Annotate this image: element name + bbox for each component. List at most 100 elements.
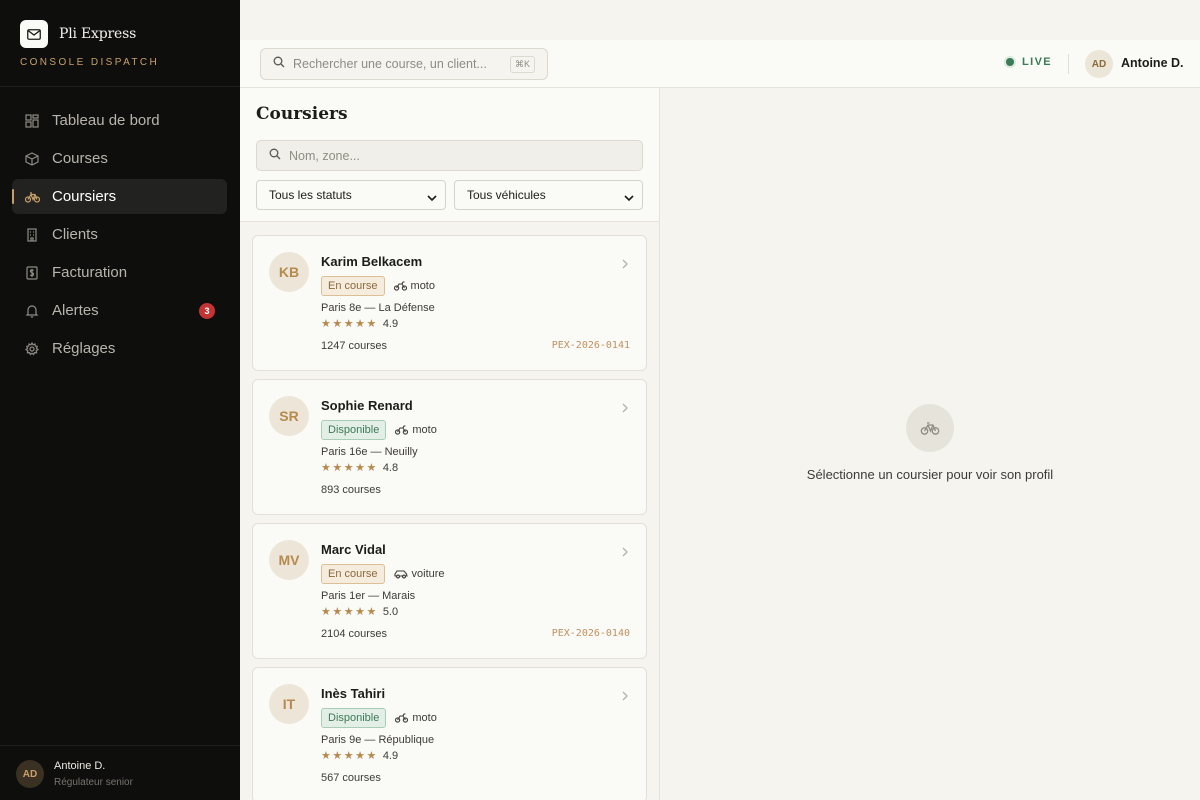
gear-icon xyxy=(24,341,40,357)
invoice-icon xyxy=(24,265,40,281)
star-rating-icon: ★★★★★ xyxy=(321,606,378,618)
courier-rating: ★★★★★ 5.0 xyxy=(321,605,399,619)
status-badge: Disponible xyxy=(321,708,387,728)
divider xyxy=(1068,54,1069,74)
star-rating-icon: ★★★★★ xyxy=(321,318,378,330)
nav-item-reglages[interactable]: Réglages xyxy=(12,331,227,366)
courier-name: Sophie Renard xyxy=(321,398,413,413)
vehicle-label: voiture xyxy=(411,568,445,580)
nav-label: Réglages xyxy=(52,340,116,357)
chevron-right-icon xyxy=(622,688,628,706)
nav-item-alertes[interactable]: Alertes 3 xyxy=(12,293,227,328)
chevron-down-icon xyxy=(427,191,437,205)
nav-label: Coursiers xyxy=(52,188,117,205)
select-value: Tous les statuts xyxy=(269,188,352,202)
nav-label: Alertes xyxy=(52,302,99,319)
courier-name: Inès Tahiri xyxy=(321,686,386,701)
vehicle-label: moto xyxy=(412,424,437,436)
nav-item-facturation[interactable]: Facturation xyxy=(12,255,227,290)
couriers-panel: Coursiers Nom, zone... Tous les statuts … xyxy=(240,88,660,800)
brand-subtitle: CONSOLE DISPATCH xyxy=(20,57,160,68)
rating-value: 4.9 xyxy=(382,749,399,762)
courier-detail-panel: Sélectionne un coursier pour voir son pr… xyxy=(660,88,1200,800)
nav-item-courses[interactable]: Courses xyxy=(12,141,227,176)
keyboard-shortcut: ⌘K xyxy=(509,56,535,73)
avatar[interactable]: AD xyxy=(1085,50,1113,78)
star-rating-icon: ★★★★★ xyxy=(321,750,378,762)
chevron-right-icon xyxy=(622,256,628,274)
alert-count-badge: 3 xyxy=(199,303,215,319)
courier-rating: ★★★★★ 4.8 xyxy=(321,461,398,475)
courier-zone: Paris 8e — La Défense xyxy=(321,302,435,314)
nav-label: Facturation xyxy=(52,264,128,281)
rating-value: 5.0 xyxy=(382,605,399,618)
vehicle-filter-select[interactable]: Tous véhicules xyxy=(454,180,643,210)
courier-card[interactable]: KB Karim Belkacem En course moto Paris 8… xyxy=(252,235,647,371)
courier-search-input[interactable]: Nom, zone... xyxy=(256,140,643,171)
live-status: LIVE xyxy=(1006,56,1052,68)
select-value: Tous véhicules xyxy=(467,188,546,202)
bike-icon xyxy=(24,189,40,205)
user-role: Régulateur senior xyxy=(54,777,133,788)
course-count: 2104 courses xyxy=(321,628,388,640)
empty-state-message: Sélectionne un coursier pour voir son pr… xyxy=(806,467,1054,482)
courier-rating: ★★★★★ 4.9 xyxy=(321,749,399,763)
vehicle-label: moto xyxy=(410,280,435,292)
star-rating-icon: ★★★★★ xyxy=(321,462,378,474)
nav-item-tableau-de-bord[interactable]: Tableau de bord xyxy=(12,103,227,138)
brand[interactable]: Pli Express xyxy=(20,20,136,48)
nav-label: Courses xyxy=(52,150,108,167)
status-filter-select[interactable]: Tous les statuts xyxy=(256,180,446,210)
search-icon xyxy=(273,55,285,73)
avatar: KB xyxy=(269,252,309,292)
vehicle-type: moto xyxy=(395,712,437,724)
courier-card[interactable]: SR Sophie Renard Disponible moto Paris 1… xyxy=(252,379,647,515)
courier-card[interactable]: IT Inès Tahiri Disponible moto Paris 9e … xyxy=(252,667,647,800)
avatar: IT xyxy=(269,684,309,724)
courier-list: KB Karim Belkacem En course moto Paris 8… xyxy=(252,235,647,800)
main-nav: Tableau de bord Courses Coursiers Client… xyxy=(12,103,227,369)
courier-zone: Paris 1er — Marais xyxy=(321,590,416,602)
motorcycle-icon xyxy=(393,281,407,291)
bell-icon xyxy=(24,303,40,319)
avatar: MV xyxy=(269,540,309,580)
search-icon xyxy=(269,147,281,165)
sidebar-user[interactable]: AD Antoine D. Régulateur senior xyxy=(0,745,240,800)
global-search-input[interactable]: Rechercher une course, un client... ⌘K xyxy=(260,48,548,80)
courier-zone: Paris 16e — Neuilly xyxy=(321,446,418,458)
divider xyxy=(0,86,240,87)
course-count: 1247 courses xyxy=(321,340,388,352)
vehicle-type: voiture xyxy=(393,568,445,580)
motorcycle-icon xyxy=(395,425,409,435)
courier-card[interactable]: MV Marc Vidal En course voiture Paris 1e… xyxy=(252,523,647,659)
car-icon xyxy=(393,570,408,579)
nav-item-clients[interactable]: Clients xyxy=(12,217,227,252)
courier-name: Karim Belkacem xyxy=(321,254,423,269)
nav-item-coursiers[interactable]: Coursiers xyxy=(12,179,227,214)
user-name: Antoine D. xyxy=(54,760,106,772)
topbar: Rechercher une course, un client... ⌘K L… xyxy=(240,40,1200,88)
avatar: AD xyxy=(16,760,44,788)
user-name[interactable]: Antoine D. xyxy=(1121,56,1184,70)
current-course-ref: PEX-2026-0140 xyxy=(551,628,630,639)
avatar: SR xyxy=(269,396,309,436)
status-badge: Disponible xyxy=(321,420,387,440)
nav-label: Tableau de bord xyxy=(52,112,160,129)
chevron-down-icon xyxy=(624,191,634,205)
live-dot-icon xyxy=(1006,58,1014,66)
building-icon xyxy=(24,227,40,243)
chevron-right-icon xyxy=(622,544,628,562)
live-label: LIVE xyxy=(1022,56,1053,68)
search-placeholder: Rechercher une course, un client... xyxy=(293,57,487,71)
nav-label: Clients xyxy=(52,226,98,243)
current-course-ref: PEX-2026-0141 xyxy=(551,340,630,351)
course-count: 567 courses xyxy=(321,772,381,784)
vehicle-type: moto xyxy=(395,424,437,436)
course-count: 893 courses xyxy=(321,484,381,496)
motorcycle-icon xyxy=(395,713,409,723)
chevron-right-icon xyxy=(622,400,628,418)
status-badge: En course xyxy=(321,564,385,584)
page-title: Coursiers xyxy=(256,104,348,124)
courier-rating: ★★★★★ 4.9 xyxy=(321,317,398,331)
brand-name: Pli Express xyxy=(59,26,137,42)
